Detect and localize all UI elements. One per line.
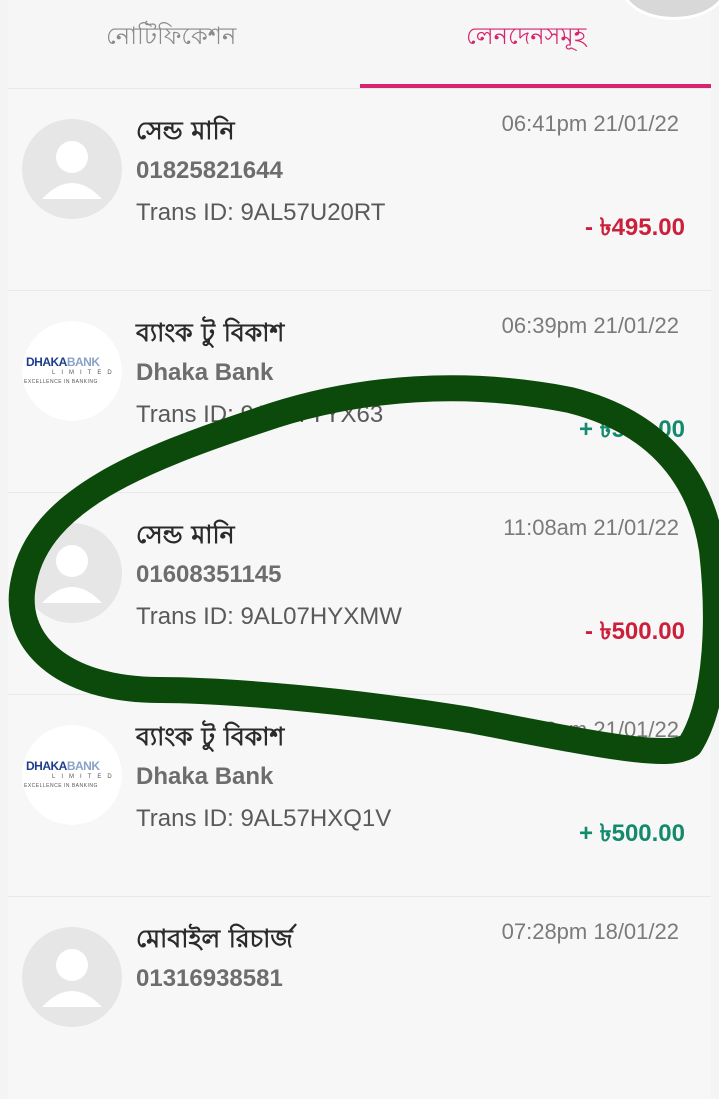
transaction-row[interactable]: সেন্ড মানি 01825821644 Trans ID: 9AL57U2… [8, 88, 711, 291]
tab-bar: নোটিফিকেশন লেনদেনসমূহ [8, 0, 711, 88]
transaction-amount: + ৳500.00 [578, 820, 685, 847]
transaction-party: 01825821644 [136, 157, 283, 184]
transaction-party: Dhaka Bank [136, 763, 274, 790]
transaction-type: ব্যাংক টু বিকাশ [136, 318, 285, 347]
transaction-type: ব্যাংক টু বিকাশ [136, 722, 285, 751]
transaction-time: 06:39pm 21/01/22 [501, 313, 679, 338]
transaction-type: সেন্ড মানি [136, 520, 235, 549]
transaction-id: Trans ID: 9AL57HXQ1V [136, 805, 392, 832]
transaction-amount: - ৳500.00 [584, 618, 685, 645]
transaction-time: 11:03am 21/01/22 [503, 717, 679, 742]
transaction-row[interactable]: DHAKABANK LIMITED EXCELLENCE IN BANKING … [8, 694, 711, 897]
transaction-type: মোবাইল রিচার্জ [136, 924, 293, 953]
transaction-row[interactable]: সেন্ড মানি 01608351145 Trans ID: 9AL07HY… [8, 492, 711, 695]
transaction-id: Trans ID: 9AL77TYX63 [136, 401, 384, 428]
transaction-id: Trans ID: 9AL07HYXMW [136, 603, 402, 630]
transactions-screen: নোটিফিকেশন লেনদেনসমূহ সেন্ড মানি 0182582… [8, 0, 711, 1099]
user-placeholder-icon [22, 119, 122, 219]
transaction-time: 06:41pm 21/01/22 [501, 111, 679, 136]
transaction-party: 01608351145 [136, 561, 282, 588]
dhaka-bank-logo: DHAKABANK LIMITED EXCELLENCE IN BANKING [22, 321, 122, 421]
tab-transactions[interactable]: লেনদেনসমূহ [466, 18, 586, 58]
transaction-type: সেন্ড মানি [136, 116, 235, 145]
transaction-time: 11:08am 21/01/22 [503, 515, 679, 540]
transaction-party: Dhaka Bank [136, 359, 274, 386]
transaction-id: Trans ID: 9AL57U20RT [136, 199, 386, 226]
transaction-time: 07:28pm 18/01/22 [501, 919, 679, 944]
transaction-row[interactable]: মোবাইল রিচার্জ 01316938581 07:28pm 18/01… [8, 896, 711, 1099]
tab-notifications[interactable]: নোটিফিকেশন [106, 18, 236, 58]
dhaka-bank-logo: DHAKABANK LIMITED EXCELLENCE IN BANKING [22, 725, 122, 825]
transaction-party: 01316938581 [136, 965, 283, 992]
transaction-row[interactable]: DHAKABANK LIMITED EXCELLENCE IN BANKING … [8, 290, 711, 493]
transaction-amount: - ৳495.00 [584, 214, 685, 241]
transaction-amount: + ৳500.00 [578, 416, 685, 443]
user-placeholder-icon [22, 523, 122, 623]
user-placeholder-icon [22, 927, 122, 1027]
